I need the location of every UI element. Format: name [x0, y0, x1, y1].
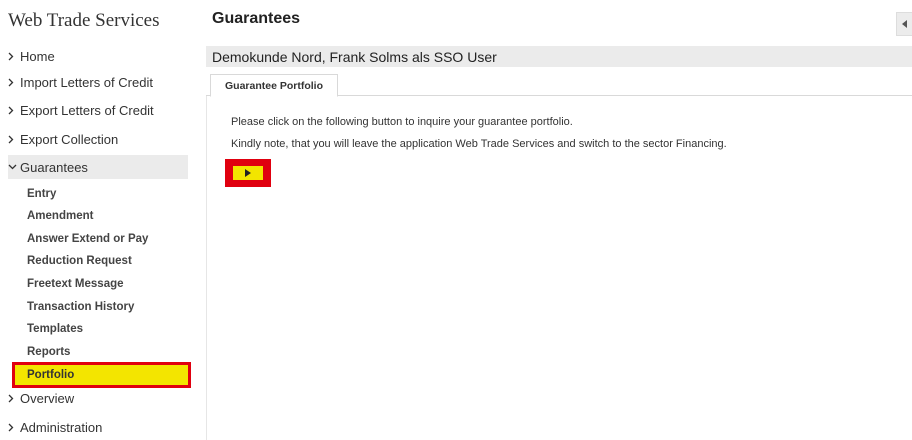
- sidebar-subitem-entry[interactable]: Entry: [27, 184, 177, 204]
- content-panel: Please click on the following button to …: [206, 96, 912, 440]
- sidebar-subitem-reports[interactable]: Reports: [27, 342, 177, 362]
- sidebar-item-export-collection[interactable]: Export Collection: [8, 127, 188, 151]
- customer-bar: Demokunde Nord, Frank Solms als SSO User: [206, 46, 912, 67]
- sidebar-item-label: Overview: [20, 390, 75, 406]
- chevron-right-icon: [8, 394, 20, 403]
- sidebar-subitem-answer-extend-or-pay[interactable]: Answer Extend or Pay: [27, 229, 177, 249]
- sidebar-subitem-templates[interactable]: Templates: [27, 319, 177, 339]
- collapse-sidebar-button[interactable]: [896, 12, 912, 36]
- info-text-leave-application: Kindly note, that you will leave the app…: [231, 138, 727, 150]
- chevron-right-icon: [8, 423, 20, 432]
- sidebar-item-guarantees[interactable]: Guarantees: [8, 155, 188, 179]
- triangle-left-icon: [901, 20, 908, 28]
- sidebar-item-label: Guarantees: [20, 159, 88, 175]
- sidebar-subitem-amendment[interactable]: Amendment: [27, 206, 177, 226]
- chevron-right-icon: [8, 52, 20, 61]
- sidebar-subitem-freetext-message[interactable]: Freetext Message: [27, 274, 177, 294]
- info-text-inquire: Please click on the following button to …: [231, 116, 573, 128]
- sidebar-item-label: Home: [20, 48, 55, 64]
- sidebar-subitem-portfolio[interactable]: Portfolio: [12, 362, 191, 388]
- sidebar-item-home[interactable]: Home: [8, 44, 188, 68]
- tab-strip: Guarantee Portfolio: [206, 72, 912, 97]
- sidebar-item-label: Export Letters of Credit: [20, 102, 154, 118]
- sidebar-nav: Home Import Letters of Credit Export Let…: [0, 43, 200, 440]
- play-icon: [245, 164, 251, 182]
- chevron-down-icon: [8, 164, 20, 170]
- inquire-portfolio-button[interactable]: [225, 159, 271, 187]
- sidebar-item-overview[interactable]: Overview: [8, 386, 188, 410]
- page-title: Guarantees: [212, 10, 301, 27]
- chevron-right-icon: [8, 78, 20, 87]
- chevron-right-icon: [8, 135, 20, 144]
- sidebar-item-export-letters-of-credit[interactable]: Export Letters of Credit: [8, 98, 188, 122]
- sidebar-item-label: Administration: [20, 419, 103, 435]
- sidebar-item-import-letters-of-credit[interactable]: Import Letters of Credit: [8, 70, 188, 94]
- app-title: Web Trade Services: [8, 10, 160, 31]
- sidebar-item-label: Import Letters of Credit: [20, 74, 153, 90]
- sidebar-item-label: Export Collection: [20, 131, 119, 147]
- sidebar-item-administration[interactable]: Administration: [8, 415, 188, 439]
- go-button-face: [233, 166, 263, 180]
- tab-guarantee-portfolio[interactable]: Guarantee Portfolio: [210, 74, 339, 97]
- chevron-right-icon: [8, 106, 20, 115]
- sidebar-subitem-reduction-request[interactable]: Reduction Request: [27, 251, 177, 271]
- sidebar-subitem-transaction-history[interactable]: Transaction History: [27, 297, 177, 317]
